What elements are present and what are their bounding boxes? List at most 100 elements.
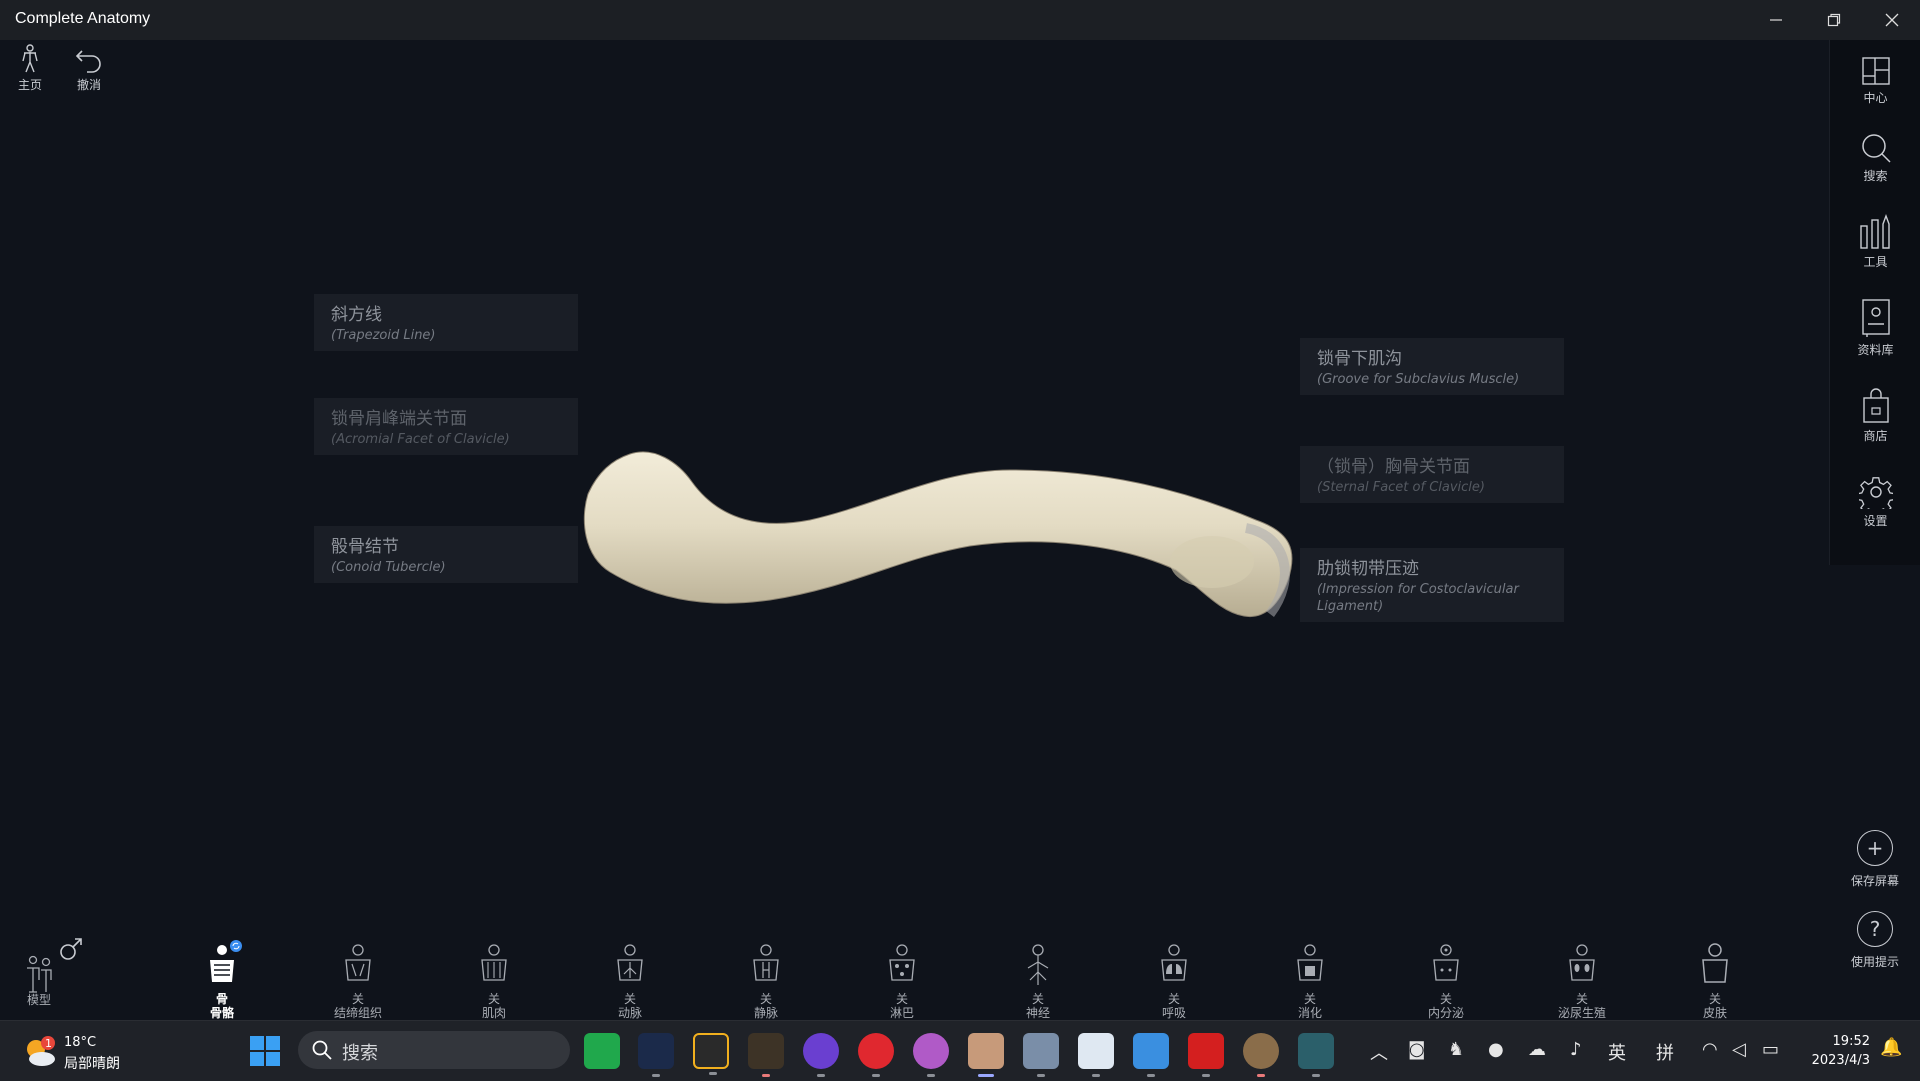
- tray-cat-icon[interactable]: ♞: [1448, 1039, 1464, 1060]
- label-conoid-tubercle[interactable]: 骰骨结节 (Conoid Tubercle): [314, 526, 578, 583]
- app-monitor-icon[interactable]: [1078, 1033, 1114, 1077]
- restore-button[interactable]: [1806, 0, 1862, 40]
- system-lymphatic[interactable]: 关 淋巴: [857, 940, 947, 1020]
- app-spreadsheet-icon[interactable]: [584, 1033, 620, 1069]
- weather-widget[interactable]: 1 18°C 局部晴朗: [22, 1033, 142, 1072]
- system-status: 关: [759, 992, 772, 1006]
- title-bar: Complete Anatomy: [0, 0, 1920, 40]
- system-urogenital[interactable]: 关 泌尿生殖: [1537, 940, 1627, 1020]
- label-sternal-facet[interactable]: （锁骨）胸骨关节面 (Sternal Facet of Clavicle): [1300, 446, 1564, 503]
- system-status: 关: [623, 992, 636, 1006]
- clock-time: 19:52: [1832, 1034, 1870, 1049]
- model-label: 模型: [26, 993, 51, 1007]
- label-cn: 骰骨结节: [331, 537, 399, 557]
- system-endocrine[interactable]: 关 内分泌: [1401, 940, 1491, 1020]
- endocrine-icon: [1433, 944, 1459, 981]
- clavicle-bone-model[interactable]: [580, 440, 1300, 630]
- system-arteries[interactable]: 关 动脉: [585, 940, 675, 1020]
- taskbar: 1 18°C 局部晴朗 搜索 ︿ ◙ ♞ ● ☁ ♪ 英 拼 ◠ ◁ ▭ 19:…: [0, 1020, 1920, 1081]
- tray-camera-icon[interactable]: ◙: [1408, 1039, 1425, 1060]
- system-connective-tissue[interactable]: 关 结缔组织: [313, 940, 403, 1020]
- label-trapezoid-line[interactable]: 斜方线 (Trapezoid Line): [314, 294, 578, 351]
- save-screen-button[interactable]: + 保存屏幕: [1842, 830, 1908, 889]
- label-en: (Impression for Costoclavicular Ligament…: [1317, 582, 1519, 614]
- sidebar-item-label: 搜索: [1863, 169, 1888, 183]
- label-costoclavicular-impression[interactable]: 肋锁韧带压迹 (Impression for Costoclavicular L…: [1300, 548, 1564, 622]
- tray-volume-icon[interactable]: ◁: [1732, 1039, 1746, 1060]
- label-cn: 肋锁韧带压迹: [1317, 559, 1419, 579]
- system-skeleton[interactable]: 骨 骨骼: [177, 940, 267, 1020]
- app-globe-icon[interactable]: [1243, 1033, 1279, 1077]
- system-status: 关: [351, 992, 364, 1006]
- label-cn: （锁骨）胸骨关节面: [1317, 457, 1470, 477]
- sidebar-item-settings[interactable]: 设置: [1830, 475, 1920, 529]
- system-skin[interactable]: 关 皮肤: [1670, 940, 1760, 1020]
- connective-tissue-icon: [345, 944, 371, 981]
- home-label: 主页: [17, 78, 42, 92]
- muscles-icon: [481, 944, 507, 981]
- arteries-icon: [617, 944, 643, 981]
- tray-notification-icon[interactable]: 🔔: [1880, 1037, 1902, 1058]
- app-anatomy-icon[interactable]: [968, 1033, 1004, 1077]
- person-home-icon: [22, 44, 38, 73]
- system-veins[interactable]: 关 静脉: [721, 940, 811, 1020]
- taskbar-clock[interactable]: 19:52 2023/4/3: [1800, 1032, 1870, 1070]
- tray-chevron-up-icon[interactable]: ︿: [1370, 1039, 1388, 1065]
- system-digestive[interactable]: 关 消化: [1265, 940, 1355, 1020]
- system-muscles[interactable]: 关 肌肉: [449, 940, 539, 1020]
- system-status: 关: [1303, 992, 1316, 1006]
- app-music-icon[interactable]: [858, 1033, 894, 1077]
- app-league-2-icon[interactable]: [1298, 1033, 1334, 1077]
- label-cn: 锁骨肩峰端关节面: [331, 409, 467, 429]
- label-subclavius-groove[interactable]: 锁骨下肌沟 (Groove for Subclavius Muscle): [1300, 338, 1564, 395]
- label-en: (Trapezoid Line): [331, 328, 436, 343]
- system-name: 神经: [1025, 1006, 1050, 1020]
- system-respiratory[interactable]: 关 呼吸: [1129, 940, 1219, 1020]
- sidebar-item-shop[interactable]: 商店: [1830, 388, 1920, 444]
- sidebar-item-hub[interactable]: 中心: [1830, 56, 1920, 106]
- library-icon: [1861, 299, 1890, 337]
- label-en: (Groove for Subclavius Muscle): [1317, 372, 1520, 387]
- system-status: 关: [1167, 992, 1180, 1006]
- plus-icon: +: [1857, 830, 1893, 866]
- sidebar-item-library[interactable]: 资料库: [1830, 298, 1920, 358]
- lungs-icon: [1161, 944, 1187, 981]
- app-crystal-icon[interactable]: [803, 1033, 839, 1077]
- sidebar-item-tools[interactable]: 工具: [1830, 214, 1920, 270]
- app-blue-icon[interactable]: [1133, 1033, 1169, 1077]
- tray-wifi-icon[interactable]: ◠: [1702, 1039, 1718, 1060]
- sidebar-item-label: 设置: [1863, 514, 1888, 528]
- help-tips-button[interactable]: ? 使用提示: [1842, 911, 1908, 970]
- tray-battery-icon[interactable]: ▭: [1762, 1039, 1779, 1060]
- urogenital-icon: [1569, 944, 1595, 981]
- app-purple-icon[interactable]: [913, 1033, 949, 1077]
- nervous-icon: [1027, 944, 1049, 985]
- tray-penguin-icon[interactable]: ●: [1488, 1039, 1504, 1060]
- label-acromial-facet[interactable]: 锁骨肩峰端关节面 (Acromial Facet of Clavicle): [314, 398, 578, 455]
- home-button[interactable]: 主页: [8, 44, 52, 96]
- digestive-icon: [1297, 944, 1323, 981]
- tray-microphone-icon[interactable]: ♪: [1570, 1039, 1582, 1060]
- minimize-button[interactable]: [1748, 0, 1804, 40]
- system-nervous[interactable]: 关 神经: [993, 940, 1083, 1020]
- app-league-icon[interactable]: [748, 1033, 784, 1077]
- undo-button[interactable]: 撤消: [67, 44, 111, 96]
- app-g-icon[interactable]: [693, 1033, 729, 1075]
- sidebar-item-label: 资料库: [1857, 343, 1894, 357]
- sidebar-item-search[interactable]: 搜索: [1830, 132, 1920, 184]
- close-button[interactable]: [1864, 0, 1920, 40]
- windows-start-icon[interactable]: [250, 1036, 280, 1066]
- minimize-icon: [1770, 19, 1782, 21]
- model-button[interactable]: 模型: [0, 936, 84, 1007]
- search-icon: [312, 1040, 332, 1060]
- taskbar-search[interactable]: 搜索: [298, 1031, 570, 1069]
- app-acrobat-icon[interactable]: [1188, 1033, 1224, 1077]
- system-name: 皮肤: [1702, 1006, 1727, 1020]
- system-name: 泌尿生殖: [1557, 1006, 1606, 1020]
- ime-mode[interactable]: 拼: [1656, 1039, 1674, 1065]
- ime-language[interactable]: 英: [1608, 1039, 1626, 1065]
- app-cat-icon[interactable]: [638, 1033, 674, 1077]
- tray-cloud-icon[interactable]: ☁: [1528, 1039, 1546, 1060]
- label-en: (Acromial Facet of Clavicle): [331, 432, 510, 447]
- app-recycle-icon[interactable]: [1023, 1033, 1059, 1077]
